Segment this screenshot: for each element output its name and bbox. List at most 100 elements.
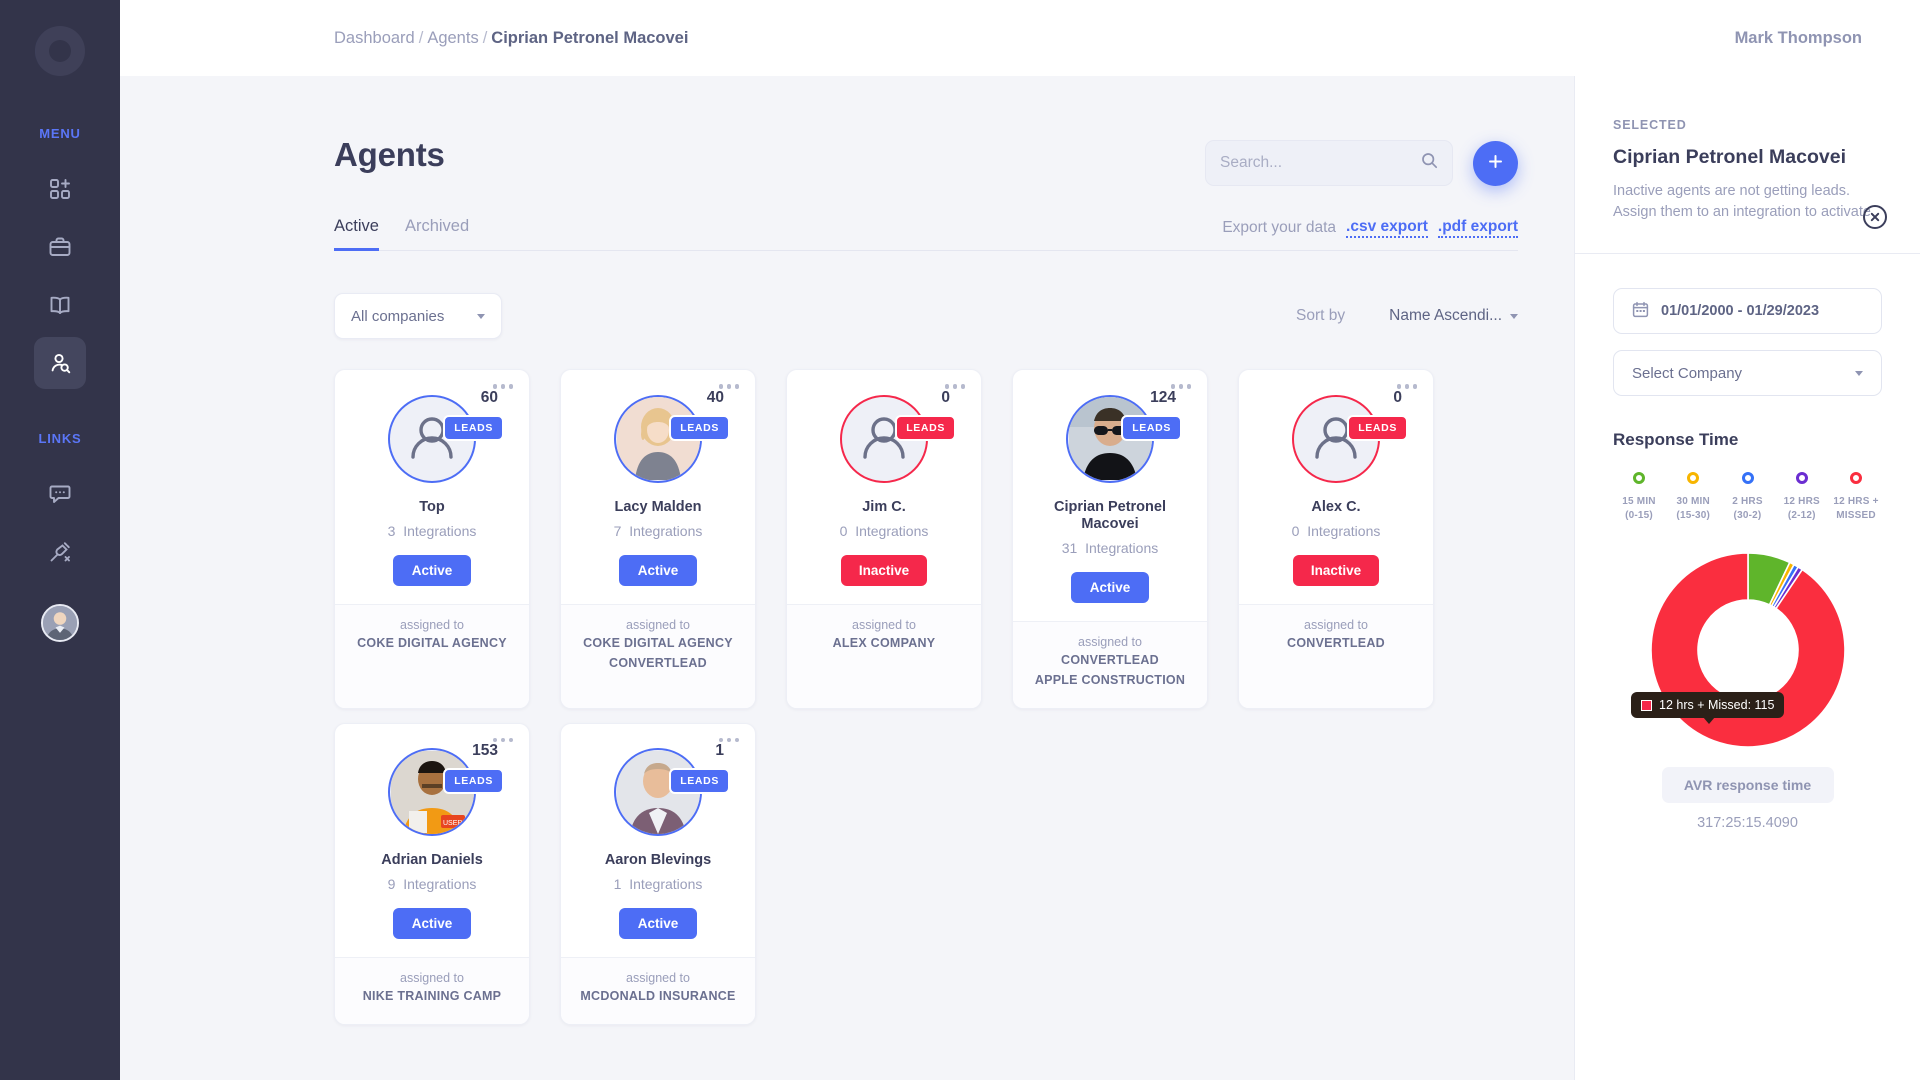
legend-label: 30 MIN (15-30) — [1676, 496, 1711, 521]
agent-status-button[interactable]: Active — [1071, 572, 1149, 604]
agent-leads-count: 0 — [941, 388, 950, 406]
leads-badge: LEADS — [669, 768, 730, 795]
legend-dot-icon — [1850, 472, 1862, 485]
grid-plus-icon — [48, 177, 72, 201]
plus-icon — [1487, 153, 1504, 173]
breadcrumb: Dashboard / Agents / Ciprian Petronel Macove… — [334, 29, 688, 48]
legend-item[interactable]: 30 MIN (15-30) — [1667, 472, 1719, 522]
leads-badge: LEADS — [443, 414, 504, 441]
breadcrumb-item-agents[interactable]: Agents — [427, 29, 478, 47]
all-companies-value: All companies — [351, 307, 445, 325]
tab-active[interactable]: Active — [334, 217, 379, 251]
sidebar-item-agents[interactable] — [34, 337, 86, 389]
legend-label: 15 MIN (0-15) — [1622, 496, 1656, 521]
tooltip-text: 12 hrs + Missed: 115 — [1659, 698, 1775, 713]
content-header: Agents — [334, 136, 1518, 186]
book-icon — [48, 293, 72, 317]
agent-card[interactable]: 0 LEADS Jim C. 0 Integrations Inactive a… — [786, 369, 982, 709]
topbar-username[interactable]: Mark Thompson — [1735, 29, 1862, 48]
agent-card[interactable]: 1 LEADS Aaron Blevings 1 Integrations Ac… — [560, 722, 756, 1025]
add-agent-button[interactable] — [1473, 140, 1518, 186]
assigned-to-label: assigned to — [852, 617, 916, 632]
agent-avatar-wrap: 0 LEADS — [1292, 389, 1408, 483]
sidebar-item-messages[interactable] — [34, 468, 86, 520]
agent-status-button[interactable]: Active — [393, 554, 471, 586]
filter-row: All companies Sort by Name Ascendi... — [334, 293, 1518, 339]
agent-status-button[interactable]: Inactive — [1292, 554, 1380, 586]
sidebar-item-leads[interactable] — [34, 279, 86, 331]
agent-card[interactable]: 60 LEADS Top 3 Integrations Active assig… — [334, 369, 530, 709]
donut-svg — [1650, 552, 1846, 748]
agent-integrations: 9 Integrations — [387, 876, 477, 893]
legend-item[interactable]: 12 HRS (2-12) — [1776, 472, 1828, 522]
agent-card-footer: assigned to ALEX COMPANY — [787, 603, 981, 708]
sidebar-avatar[interactable] — [41, 604, 79, 642]
leads-badge: LEADS — [1347, 414, 1408, 441]
assigned-company: CONVERTLEAD — [609, 656, 707, 671]
avr-response-time-pill[interactable]: AVR response time — [1661, 767, 1834, 804]
user-search-icon — [48, 351, 72, 375]
convertlead-c-logo[interactable] — [31, 22, 89, 80]
select-company-dropdown[interactable]: Select Company — [1613, 350, 1882, 397]
tab-archived[interactable]: Archived — [405, 217, 469, 251]
agent-card-top: 0 LEADS Jim C. 0 Integrations Inactive — [787, 370, 981, 604]
agent-card[interactable]: 40 LEADS Lacy Malden 7 Integrations Acti… — [560, 369, 756, 709]
agent-leads-count: 124 — [1150, 388, 1176, 406]
close-icon[interactable] — [1862, 204, 1888, 230]
sidebar-item-integrations[interactable] — [34, 526, 86, 578]
tabs-row: Active Archived Export your data .csv ex… — [334, 216, 1518, 251]
agent-avatar-wrap: 40 LEADS — [614, 389, 730, 483]
csv-export-link[interactable]: .csv export — [1346, 218, 1428, 238]
app-root: MENU LINKS Dashboard / Agents / Ciprian … — [0, 0, 1920, 1080]
agent-name: Adrian Daniels — [381, 852, 483, 869]
sidebar: MENU LINKS — [0, 0, 120, 1080]
agent-card-footer: assigned to MCDONALD INSURANCE — [561, 957, 755, 1024]
sort-select[interactable]: Name Ascendi... — [1389, 307, 1518, 325]
agent-status-button[interactable]: Active — [619, 554, 697, 586]
assigned-company: CONVERTLEAD — [1061, 653, 1159, 668]
agent-card[interactable]: USER 153 LEADS Adrian Daniels 9 Integrat… — [334, 722, 530, 1025]
search-box[interactable] — [1205, 140, 1453, 186]
legend-item[interactable]: 12 HRS + MISSED — [1830, 472, 1882, 522]
pdf-export-link[interactable]: .pdf export — [1437, 218, 1518, 238]
agent-card[interactable]: 0 LEADS Alex C. 0 Integrations Inactive … — [1238, 369, 1434, 709]
sidebar-menu-label: MENU — [39, 126, 81, 141]
agent-status-button[interactable]: Active — [619, 908, 697, 940]
search-input[interactable] — [1220, 154, 1421, 172]
assigned-company: COKE DIGITAL AGENCY — [583, 635, 733, 650]
all-companies-select[interactable]: All companies — [334, 293, 502, 339]
export-row: Export your data .csv export .pdf export — [1222, 218, 1518, 250]
agent-leads-count: 0 — [1393, 388, 1402, 406]
sidebar-item-companies[interactable] — [34, 221, 86, 273]
assigned-to-label: assigned to — [400, 971, 464, 986]
assigned-to-label: assigned to — [626, 617, 690, 632]
calendar-icon — [1632, 301, 1649, 322]
leads-badge: LEADS — [1121, 414, 1182, 441]
body-split: Agents Search... Active Archived Export … — [120, 76, 1920, 1080]
agent-status-button[interactable]: Inactive — [840, 554, 928, 586]
agent-name: Alex C. — [1311, 498, 1361, 515]
agent-card-top: 124 LEADS Ciprian Petronel Macovei 31 In… — [1013, 370, 1207, 621]
content-area: Agents Search... Active Archived Export … — [120, 76, 1574, 1080]
panel-divider — [1575, 253, 1920, 255]
svg-text:USER: USER — [443, 820, 462, 827]
agent-leads-count: 153 — [472, 742, 498, 760]
response-time-title: Response Time — [1613, 430, 1739, 450]
avr-response-time-value: 317:25:15.4090 — [1697, 815, 1798, 832]
agent-name: Lacy Malden — [614, 498, 702, 515]
sidebar-item-dashboard[interactable] — [34, 163, 86, 215]
panel-selected-label: SELECTED — [1613, 118, 1687, 132]
legend-item[interactable]: 15 MIN (0-15) — [1613, 472, 1665, 522]
response-time-legend: 15 MIN (0-15) 30 MIN (15-30) 2 HRS (30-2) 1… — [1613, 472, 1882, 522]
breadcrumb-separator: / — [418, 28, 424, 47]
legend-item[interactable]: 2 HRS (30-2) — [1722, 472, 1774, 522]
agent-avatar-wrap: 60 LEADS — [388, 389, 504, 483]
agent-status-button[interactable]: Active — [393, 908, 471, 940]
chevron-down-icon — [477, 313, 485, 319]
breadcrumb-item-dashboard[interactable]: Dashboard — [334, 29, 415, 47]
agent-integrations: 1 Integrations — [613, 876, 703, 893]
agent-integrations: 7 Integrations — [613, 522, 703, 539]
agent-card[interactable]: 124 LEADS Ciprian Petronel Macovei 31 In… — [1012, 369, 1208, 709]
date-range-field[interactable]: 01/01/2000 - 01/29/2023 — [1613, 288, 1882, 335]
agents-grid: 60 LEADS Top 3 Integrations Active assig… — [334, 369, 1518, 1025]
